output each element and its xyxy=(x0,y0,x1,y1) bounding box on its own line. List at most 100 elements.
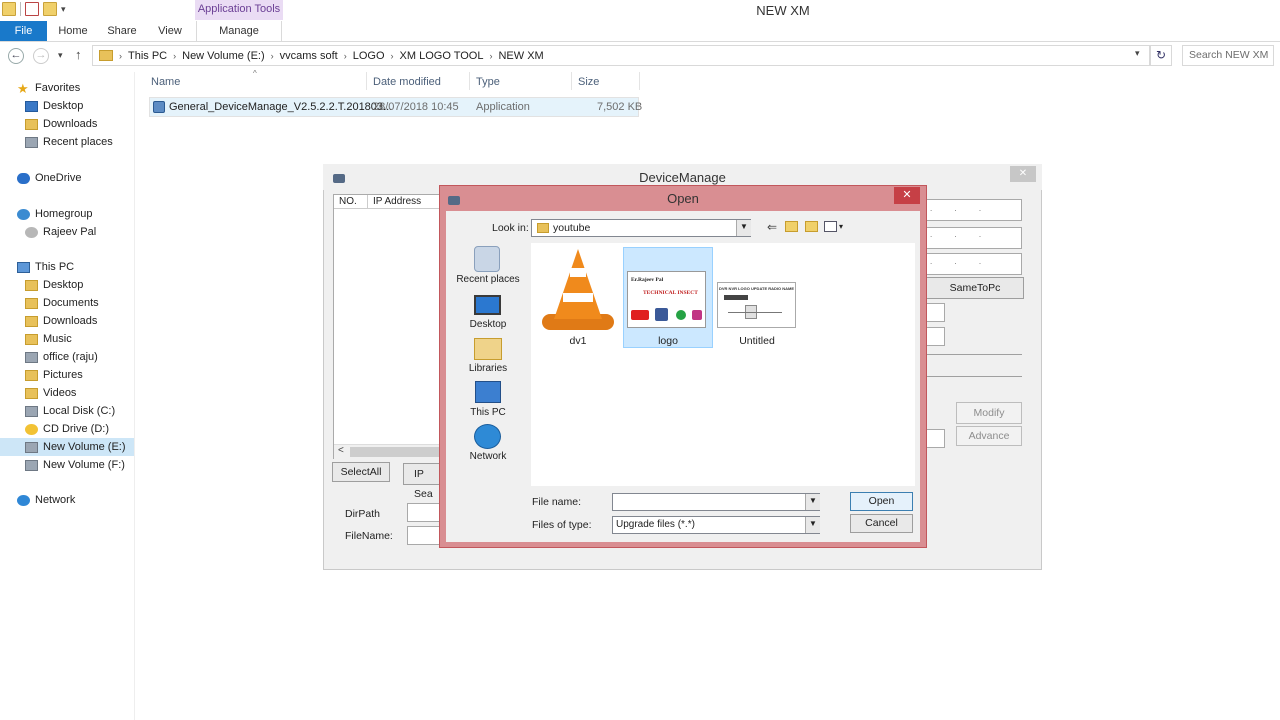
vlc-cone-icon[interactable] xyxy=(554,249,602,319)
filename-input[interactable] xyxy=(407,526,441,545)
sidebar-item-music[interactable]: Music xyxy=(25,330,72,348)
file-item-dv1[interactable]: dv1 xyxy=(533,335,623,347)
close-icon[interactable]: ✕ xyxy=(894,187,920,204)
sidebar-item-recent-places[interactable]: Recent places xyxy=(25,133,113,151)
file-name-input[interactable] xyxy=(612,493,820,511)
refresh-icon[interactable]: ↻ xyxy=(1150,45,1172,66)
drive-icon xyxy=(25,459,38,471)
sort-ascending-icon: ^ xyxy=(253,69,257,78)
chevron-down-icon[interactable]: ▼ xyxy=(805,494,820,510)
back-button[interactable]: ← xyxy=(8,48,24,64)
tab-manage[interactable]: Manage xyxy=(196,21,282,41)
this-pc-icon xyxy=(17,261,30,273)
new-folder-icon[interactable] xyxy=(805,221,818,232)
option-field[interactable] xyxy=(926,429,945,448)
open-dialog-title: Open xyxy=(667,191,699,206)
sidebar-item-pictures[interactable]: Pictures xyxy=(25,366,83,384)
same-to-pc-button[interactable]: SameToPc xyxy=(926,277,1024,299)
ip-search-button[interactable]: IP Sea xyxy=(403,463,443,500)
sidebar-item-local-disk-c[interactable]: Local Disk (C:) xyxy=(25,402,115,420)
place-network[interactable]: Network xyxy=(453,451,523,462)
chevron-down-icon[interactable]: ▾ xyxy=(839,222,843,231)
scroll-left-icon[interactable]: < xyxy=(338,445,344,456)
folder-icon xyxy=(537,223,549,233)
port-field[interactable] xyxy=(926,303,945,322)
sidebar-item-cd-drive-d[interactable]: CD Drive (D:) xyxy=(25,420,109,438)
file-item-untitled[interactable]: Untitled xyxy=(712,335,802,347)
open-button[interactable]: Open xyxy=(850,492,913,511)
sidebar-item-new-volume-f[interactable]: New Volume (F:) xyxy=(25,456,125,474)
sidebar-item-documents[interactable]: Documents xyxy=(25,294,99,312)
breadcrumb-item[interactable]: vvcams soft xyxy=(280,50,338,62)
address-history-chevron-icon[interactable]: ▾ xyxy=(1135,48,1140,59)
advance-button[interactable]: Advance xyxy=(956,426,1022,446)
column-header-no[interactable]: NO. xyxy=(339,196,357,207)
tab-home[interactable]: Home xyxy=(56,21,90,41)
network-icon[interactable] xyxy=(474,424,501,449)
breadcrumb-item[interactable]: XM LOGO TOOL xyxy=(400,50,484,62)
file-date: 28/07/2018 10:45 xyxy=(373,101,459,113)
address-bar[interactable]: › This PC › New Volume (E:) › vvcams sof… xyxy=(92,45,1150,66)
local-disk-icon xyxy=(25,405,38,417)
recent-places-icon[interactable] xyxy=(474,246,500,272)
sidebar-item-rajeev-pal[interactable]: Rajeev Pal xyxy=(25,223,96,241)
port-field-2[interactable] xyxy=(926,327,945,346)
facebook-icon xyxy=(655,308,668,321)
place-desktop[interactable]: Desktop xyxy=(453,319,523,330)
look-in-select[interactable]: youtube xyxy=(531,219,751,237)
sidebar-item-this-pc[interactable]: This PC xyxy=(17,258,74,276)
cancel-button[interactable]: Cancel xyxy=(850,514,913,533)
breadcrumb-item[interactable]: This PC xyxy=(128,50,167,62)
chevron-down-icon[interactable]: ▼ xyxy=(805,517,820,533)
back-arrow-icon[interactable]: ⇐ xyxy=(767,220,777,234)
breadcrumb-item[interactable]: NEW XM xyxy=(498,50,543,62)
up-one-level-icon[interactable] xyxy=(785,221,798,232)
tab-view[interactable]: View xyxy=(154,21,186,41)
sidebar-item-videos[interactable]: Videos xyxy=(25,384,76,402)
scrollbar-thumb[interactable] xyxy=(350,447,440,457)
select-all-button[interactable]: SelectAll xyxy=(332,462,390,482)
recent-locations-chevron-icon[interactable]: ▾ xyxy=(58,50,63,61)
sidebar-item-desktop-folder[interactable]: Desktop xyxy=(25,276,83,294)
homegroup-icon xyxy=(17,208,30,220)
device-list[interactable] xyxy=(333,194,441,459)
column-header-type[interactable]: Type xyxy=(476,76,500,88)
sidebar-item-downloads-folder[interactable]: Downloads xyxy=(25,312,97,330)
sidebar-item-office-raju[interactable]: office (raju) xyxy=(25,348,98,366)
sidebar-item-homegroup[interactable]: Homegroup xyxy=(17,205,92,223)
search-input[interactable]: Search NEW XM xyxy=(1182,45,1274,66)
downloads-folder-icon xyxy=(25,118,38,130)
tab-file[interactable]: File xyxy=(0,21,47,41)
file-item-logo[interactable]: logo xyxy=(623,335,713,347)
sidebar-item-network[interactable]: Network xyxy=(17,491,75,509)
libraries-icon[interactable] xyxy=(474,338,502,360)
place-recent-places[interactable]: Recent places xyxy=(453,274,523,285)
chevron-down-icon[interactable]: ▼ xyxy=(736,220,751,236)
breadcrumb-item[interactable]: LOGO xyxy=(353,50,385,62)
sidebar-item-onedrive[interactable]: OneDrive xyxy=(17,169,81,187)
sidebar-item-downloads[interactable]: Downloads xyxy=(25,115,97,133)
column-header-name[interactable]: Name xyxy=(151,76,180,88)
this-pc-icon[interactable] xyxy=(475,381,501,403)
dirpath-input[interactable] xyxy=(407,503,441,522)
sidebar-item-desktop[interactable]: Desktop xyxy=(25,97,83,115)
forward-button[interactable]: → xyxy=(33,48,49,64)
files-of-type-select[interactable]: Upgrade files (*.*) xyxy=(612,516,820,534)
place-libraries[interactable]: Libraries xyxy=(453,363,523,374)
column-header-date-modified[interactable]: Date modified xyxy=(373,76,441,88)
tab-share[interactable]: Share xyxy=(104,21,140,41)
modify-button[interactable]: Modify xyxy=(956,402,1022,424)
documents-folder-icon xyxy=(25,297,38,309)
column-header-size[interactable]: Size xyxy=(578,76,599,88)
sidebar-item-new-volume-e[interactable]: New Volume (E:) xyxy=(0,438,134,456)
view-menu-icon[interactable] xyxy=(824,221,837,232)
up-arrow-icon[interactable]: ↑ xyxy=(75,47,82,62)
breadcrumb-item[interactable]: New Volume (E:) xyxy=(182,50,265,62)
downloads-folder-icon xyxy=(25,315,38,327)
desktop-icon[interactable] xyxy=(474,295,501,315)
music-folder-icon xyxy=(25,333,38,345)
place-this-pc[interactable]: This PC xyxy=(453,407,523,418)
sidebar-item-favorites[interactable]: ★ Favorites xyxy=(17,79,80,97)
column-header-ip-address[interactable]: IP Address xyxy=(373,196,421,207)
close-icon[interactable]: ✕ xyxy=(1010,166,1036,182)
